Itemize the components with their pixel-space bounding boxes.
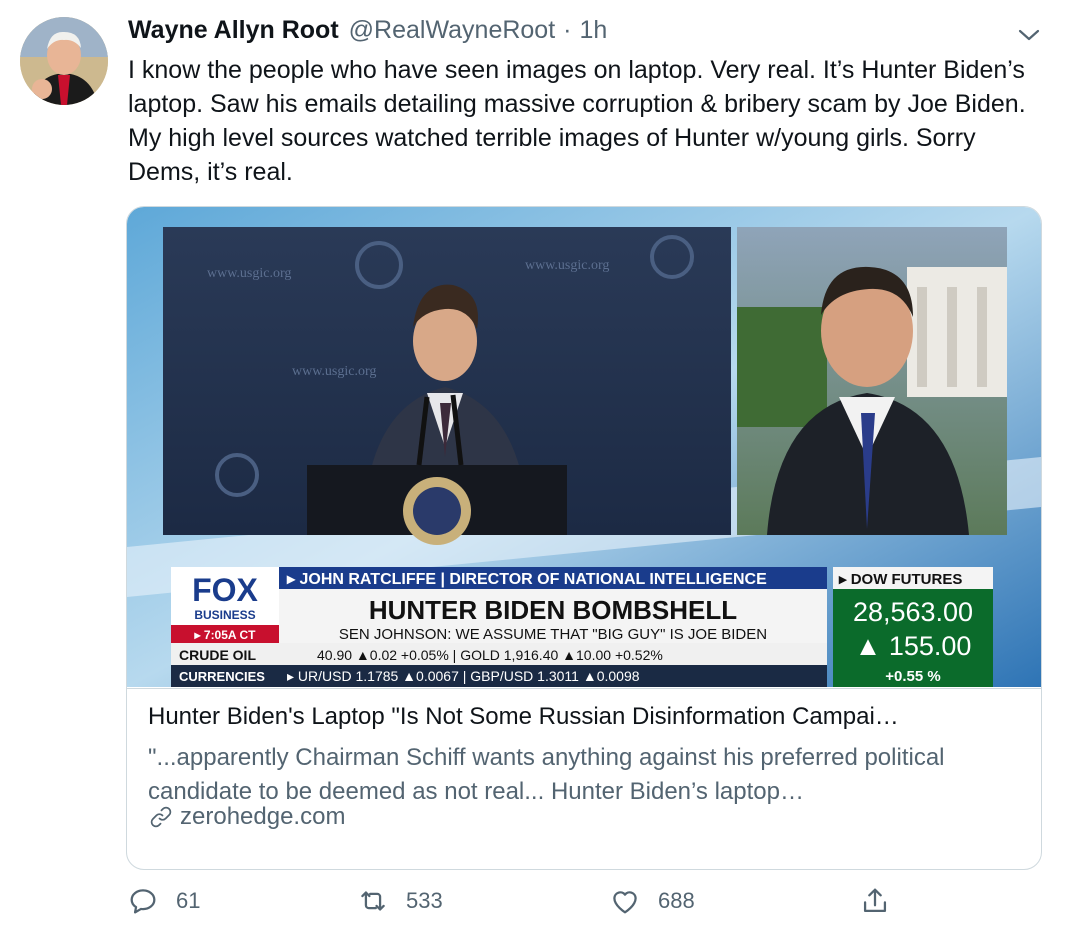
podium-sign-2: www.usgic.org [292,364,376,379]
retweet-icon [361,891,385,911]
ticker-row2-label: CURRENCIES [179,669,265,684]
ticker-value: 28,563.00 [853,597,973,627]
chevron-down-icon [1018,29,1040,41]
banner-speaker: ▸ JOHN RATCLIFFE | DIRECTOR OF NATIONAL … [286,571,767,588]
podium-sign-3: www.usgic.org [525,258,609,273]
card-image: www.usgic.org www.usgic.org www.usgic.or… [127,207,1041,687]
more-options-button[interactable] [1014,20,1044,50]
banner-subhead: SEN JOHNSON: WE ASSUME THAT "BIG GUY" IS… [339,626,767,643]
ticker-change: ▲ 155.00 [855,631,972,661]
tweet-header: Wayne Allyn Root @RealWayneRoot · 1h [128,16,607,45]
retweet-button[interactable]: 533 [356,884,443,918]
ticker-row1-values: 40.90 ▲0.02 +0.05% | GOLD 1,916.40 ▲10.0… [317,647,663,663]
fox-logo-sub: BUSINESS [194,608,255,622]
card-title: Hunter Biden's Laptop "Is Not Some Russi… [148,703,899,730]
author-handle[interactable]: @RealWayneRoot [349,16,555,45]
ticker-row2-values: ▸ UR/USD 1.1785 ▲0.0067 | GBP/USD 1.3011… [287,668,640,684]
tweet-actions: 61 533 688 [0,884,1070,928]
reply-count: 61 [176,888,201,913]
podium-sign-1: www.usgic.org [207,266,291,281]
card-domain-text: zerohedge.com [180,803,346,830]
link-card[interactable]: www.usgic.org www.usgic.org www.usgic.or… [126,206,1042,870]
tweet-text: I know the people who have seen images o… [128,56,1026,186]
author-name[interactable]: Wayne Allyn Root [128,16,339,45]
link-icon [150,806,172,828]
banner-headline: HUNTER BIDEN BOMBSHELL [369,595,737,625]
retweet-count: 533 [406,888,443,913]
card-domain: zerohedge.com [148,803,345,831]
share-icon [863,888,887,913]
avatar-image [20,17,108,105]
card-info[interactable]: Hunter Biden's Laptop "Is Not Some Russi… [127,688,1041,869]
ticker-label: ▸ DOW FUTURES [838,571,962,588]
like-count: 688 [658,888,695,913]
card-description: "...apparently Chairman Schiff wants any… [148,744,945,805]
avatar[interactable] [20,17,108,105]
banner-time: ▸ 7:05A CT [194,628,257,642]
reply-icon [130,889,156,914]
tweet-time[interactable]: 1h [579,16,607,45]
like-button[interactable]: 688 [608,884,695,918]
ticker-row1-label: CRUDE OIL [179,647,256,663]
fox-logo: FOX [192,572,258,608]
share-button[interactable] [858,884,892,918]
heart-icon [613,891,637,914]
reply-button[interactable]: 61 [126,884,200,918]
separator-dot: · [563,16,572,44]
ticker-pct: +0.55 % [885,668,940,685]
